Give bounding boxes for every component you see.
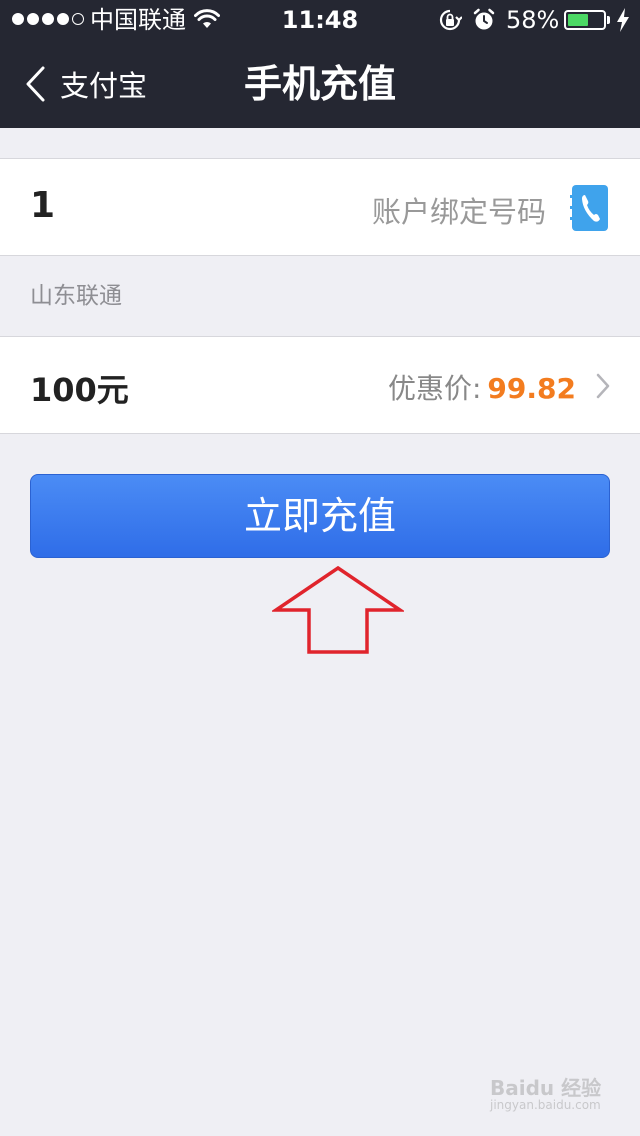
contacts-phone-icon[interactable] — [570, 183, 610, 233]
chevron-right-icon — [596, 373, 610, 399]
navigation-bar: 支付宝 手机充值 — [0, 40, 640, 128]
battery-tip — [607, 16, 610, 24]
status-bar: 中国联通 11:48 58% — [0, 0, 640, 40]
phone-number-row: 1 账户绑定号码 — [0, 158, 640, 256]
battery-icon — [564, 10, 606, 30]
discount-price: 优惠价: 99.82 — [388, 367, 576, 407]
discount-price-value: 99.82 — [487, 372, 576, 405]
up-arrow-annotation-icon — [272, 566, 404, 654]
page-title: 手机充值 — [243, 62, 396, 106]
bound-number-hint: 账户绑定号码 — [371, 195, 546, 229]
battery-percentage: 58% — [506, 6, 560, 34]
amount-select-row[interactable]: 100元 优惠价: 99.82 — [0, 336, 640, 434]
watermark-text: Baidu 经验 — [490, 1076, 602, 1100]
battery-level-fill — [568, 14, 588, 26]
rotation-lock-icon — [439, 9, 462, 31]
discount-label: 优惠价: — [387, 372, 482, 405]
baidu-jingyan-watermark: Baidu 经验 jingyan.baidu.com — [490, 1058, 620, 1118]
recharge-now-button[interactable]: 立即充值 — [30, 474, 610, 558]
carrier-info: 山东联通 — [30, 283, 122, 309]
amount-value: 100元 — [30, 371, 129, 409]
alarm-icon — [473, 8, 495, 30]
top-bar: 中国联通 11:48 58% 支付宝 手机充值 — [0, 0, 640, 128]
phone-number-input[interactable]: 1 — [30, 185, 55, 226]
watermark-subtext: jingyan.baidu.com — [490, 1098, 601, 1112]
charging-bolt-icon — [617, 8, 629, 32]
